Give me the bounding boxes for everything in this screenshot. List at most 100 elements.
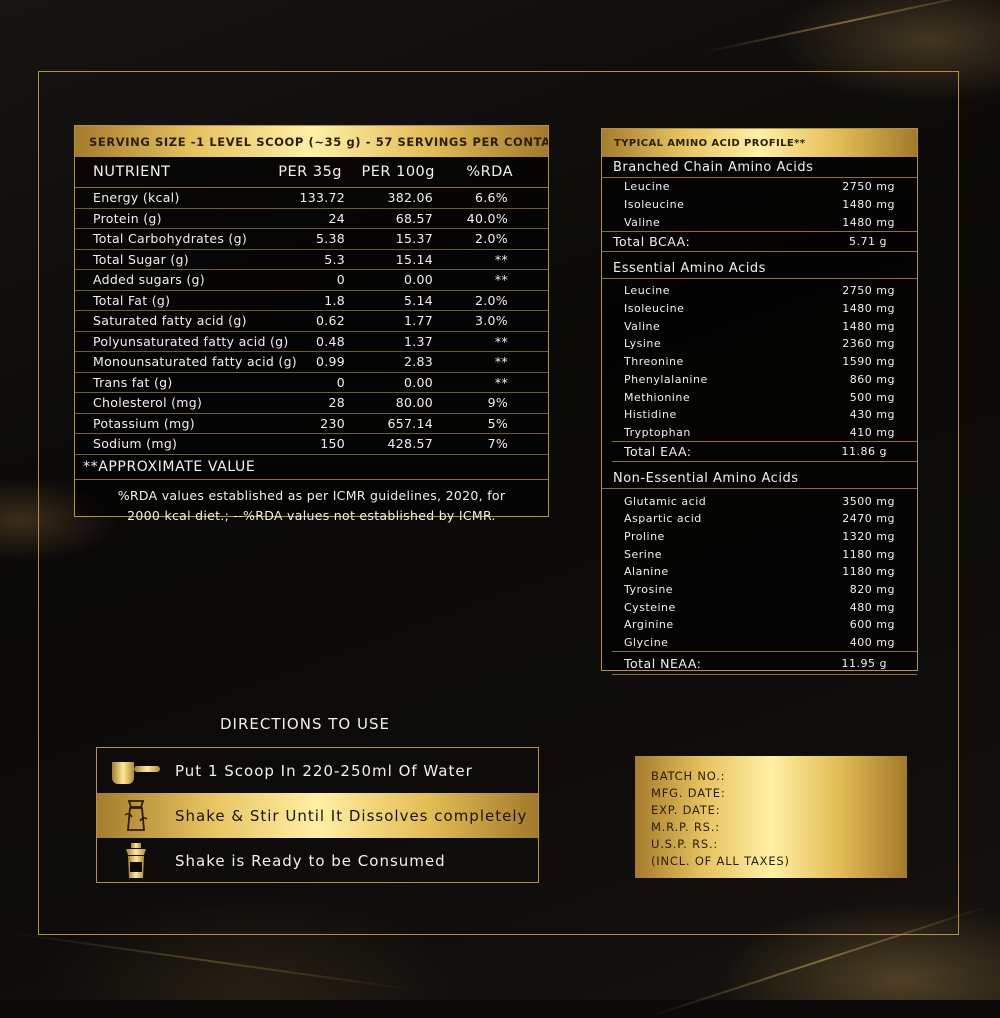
eaa-total-value: 11.86 g	[841, 445, 887, 459]
amino-acid-amount: 2750 mg	[842, 284, 895, 298]
value-per-35g: 0	[336, 272, 345, 288]
value-per-35g: 0.99	[315, 354, 345, 370]
amino-acid-amount: 1180 mg	[842, 565, 895, 579]
value-per-35g: 0.62	[315, 313, 345, 329]
amino-acid-name: Valine	[624, 215, 661, 229]
amino-acid-amount: 600 mg	[849, 618, 895, 632]
amino-acid-amount: 1480 mg	[842, 198, 895, 212]
rda-value: **	[494, 354, 508, 370]
rda-value: **	[494, 374, 508, 390]
amino-acid-name: Phenylalanine	[624, 372, 708, 386]
amino-acid-amount: 480 mg	[849, 600, 895, 614]
amino-acid-name: Glycine	[624, 636, 669, 650]
value-per-35g: 133.72	[299, 190, 345, 206]
nutrient-name: Cholesterol (mg)	[93, 395, 203, 411]
bcaa-total-value: 5.71 g	[849, 235, 887, 249]
value-per-100g: 0.00	[403, 272, 433, 288]
mrp-label: M.R.P. RS.:	[651, 820, 720, 834]
amino-acid-name: Alanine	[624, 565, 669, 579]
amino-acid-row: Isoleucine 1480 mg	[602, 300, 917, 318]
value-per-35g: 0	[336, 374, 345, 390]
rda-value: 6.6%	[475, 190, 508, 206]
nutrient-name: Total Fat (g)	[93, 292, 171, 308]
rda-value: 2.0%	[475, 292, 508, 308]
value-per-35g: 230	[320, 415, 345, 431]
exp-date-label: EXP. DATE:	[651, 803, 721, 817]
directions-box: Put 1 Scoop In 220-250ml Of Water Shake …	[96, 747, 539, 883]
bcaa-total-label: Total BCAA:	[613, 234, 691, 250]
value-per-100g: 68.57	[395, 210, 433, 226]
nutrition-row: Potassium (mg) 230 657.14 5%	[75, 414, 548, 434]
usp-label: U.S.P. RS.:	[651, 837, 719, 851]
column-header-nutrient: NUTRIENT	[93, 164, 171, 180]
column-header-rda: %RDA	[466, 164, 513, 180]
amino-acid-amount: 3500 mg	[842, 494, 895, 508]
nutrient-name: Protein (g)	[93, 210, 162, 226]
nutrient-name: Monounsaturated fatty acid (g)	[93, 354, 297, 370]
value-per-35g: 5.38	[315, 231, 345, 247]
amino-acid-name: Isoleucine	[624, 198, 685, 212]
directions-title: DIRECTIONS TO USE	[220, 715, 390, 733]
amino-acid-name: Tyrosine	[624, 583, 674, 597]
value-per-100g: 657.14	[387, 415, 433, 431]
amino-acid-name: Methionine	[624, 390, 691, 404]
amino-acid-panel: TYPICAL AMINO ACID PROFILE** Branched Ch…	[601, 128, 918, 676]
eaa-section-title: Essential Amino Acids	[602, 258, 917, 280]
amino-acid-name: Valine	[624, 319, 661, 333]
nutrition-row: Total Sugar (g) 5.3 15.14 **	[75, 250, 548, 270]
column-header-per-100g: PER 100g	[361, 164, 435, 180]
value-per-100g: 0.00	[403, 374, 433, 390]
nutrition-row: Saturated fatty acid (g) 0.62 1.77 3.0%	[75, 311, 548, 332]
nutrient-name: Added sugars (g)	[93, 272, 205, 288]
amino-acid-row: Alanine 1180 mg	[602, 563, 917, 581]
amino-acid-row: Leucine 2750 mg	[602, 178, 917, 196]
amino-acid-amount: 430 mg	[849, 408, 895, 422]
nutrient-name: Saturated fatty acid (g)	[93, 313, 247, 329]
value-per-100g: 2.83	[403, 354, 433, 370]
nutrition-row: Protein (g) 24 68.57 40.0%	[75, 209, 548, 229]
amino-acid-amount: 2750 mg	[842, 180, 895, 194]
value-per-100g: 80.00	[395, 395, 433, 411]
nutrition-row: Sodium (mg) 150 428.57 7%	[75, 434, 548, 455]
rda-value: **	[494, 251, 508, 267]
tax-note: (INCL. OF ALL TAXES)	[651, 854, 790, 868]
amino-acid-amount: 1480 mg	[842, 302, 895, 316]
amino-acid-row: Proline 1320 mg	[602, 528, 917, 546]
eaa-total: Total EAA: 11.86 g	[612, 441, 917, 463]
neaa-list: Glutamic acid 3500 mg Aspartic acid 2470 mg…	[602, 492, 917, 651]
scoop-icon	[97, 754, 175, 788]
amino-acid-row: Cysteine 480 mg	[602, 598, 917, 616]
nutrition-panel: SERVING SIZE -1 LEVEL SCOOP (~35 g) - 57…	[74, 125, 549, 523]
amino-acid-name: Threonine	[624, 355, 684, 369]
neaa-section-title: Non-Essential Amino Acids	[602, 468, 917, 490]
value-per-100g: 15.14	[395, 251, 433, 267]
amino-acid-row: Phenylalanine 860 mg	[602, 371, 917, 389]
value-per-100g: 428.57	[387, 436, 433, 452]
amino-acid-row: Glycine 400 mg	[602, 634, 917, 652]
rda-value: 40.0%	[466, 210, 508, 226]
amino-acid-amount: 860 mg	[849, 372, 895, 386]
rda-value: **	[494, 272, 508, 288]
bcaa-total: Total BCAA: 5.71 g	[602, 231, 917, 253]
amino-acid-row: Threonine 1590 mg	[602, 353, 917, 371]
nutrition-row: Trans fat (g) 0 0.00 **	[75, 373, 548, 393]
value-per-35g: 5.3	[324, 251, 345, 267]
nutrition-rows: Energy (kcal) 133.72 382.06 6.6% Protein (g)…	[75, 188, 548, 455]
serving-size-header: SERVING SIZE -1 LEVEL SCOOP (~35 g) - 57…	[75, 126, 548, 157]
amino-acid-amount: 2470 mg	[842, 512, 895, 526]
value-per-35g: 150	[320, 436, 345, 452]
amino-profile-header: TYPICAL AMINO ACID PROFILE**	[602, 129, 917, 157]
value-per-35g: 1.8	[324, 292, 345, 308]
approximate-value-note: **APPROXIMATE VALUE	[75, 455, 548, 480]
nutrient-name: Total Sugar (g)	[93, 251, 189, 267]
amino-acid-row: Valine 1480 mg	[602, 213, 917, 231]
amino-acid-name: Aspartic acid	[624, 512, 702, 526]
shaker-bottle-icon	[97, 842, 175, 880]
value-per-100g: 15.37	[395, 231, 433, 247]
nutrition-row: Polyunsaturated fatty acid (g) 0.48 1.37 **	[75, 332, 548, 352]
nutrient-name: Potassium (mg)	[93, 415, 195, 431]
nutrition-row: Energy (kcal) 133.72 382.06 6.6%	[75, 188, 548, 209]
amino-acid-row: Tyrosine 820 mg	[602, 581, 917, 599]
amino-acid-amount: 1180 mg	[842, 547, 895, 561]
amino-acid-name: Arginine	[624, 618, 674, 632]
